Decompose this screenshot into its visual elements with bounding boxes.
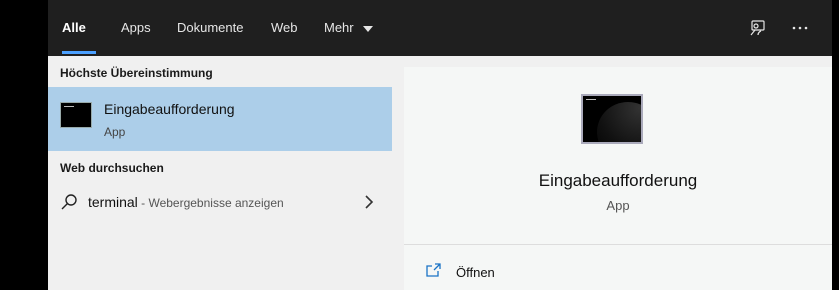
result-subtitle: App	[104, 125, 126, 139]
results-list: Höchste Übereinstimmung Eingabeaufforder…	[48, 56, 392, 290]
tab-label: Mehr	[324, 20, 354, 35]
tab-mehr[interactable]: Mehr	[324, 0, 374, 56]
web-query: terminal	[88, 194, 138, 210]
result-title: Eingabeaufforderung	[104, 101, 235, 117]
command-prompt-icon	[581, 94, 643, 144]
web-query-text: terminal - Webergebnisse anzeigen	[88, 194, 284, 210]
tab-web[interactable]: Web	[271, 0, 298, 56]
tab-alle[interactable]: Alle	[62, 0, 86, 56]
chevron-down-icon	[363, 25, 374, 32]
chevron-right-icon[interactable]	[364, 195, 374, 214]
tab-label: Alle	[62, 20, 86, 35]
best-match-result[interactable]: Eingabeaufforderung App	[48, 87, 392, 151]
more-options-icon[interactable]	[786, 14, 814, 42]
active-tab-indicator	[62, 51, 96, 54]
tab-dokumente[interactable]: Dokumente	[177, 0, 243, 56]
web-search-heading: Web durchsuchen	[60, 161, 164, 175]
open-label: Öffnen	[456, 265, 495, 280]
web-hint: - Webergebnisse anzeigen	[137, 196, 284, 210]
tab-label: Dokumente	[177, 20, 244, 35]
open-icon	[426, 263, 442, 282]
detail-subtitle: App	[606, 198, 630, 213]
search-icon	[60, 193, 78, 216]
best-match-heading: Höchste Übereinstimmung	[60, 66, 213, 80]
feedback-icon[interactable]	[744, 14, 772, 42]
detail-pane: Eingabeaufforderung App Öffnen	[404, 67, 832, 290]
command-prompt-icon	[60, 102, 92, 128]
tab-label: Web	[271, 20, 298, 35]
detail-title: Eingabeaufforderung	[538, 171, 698, 190]
web-search-result[interactable]: terminal - Webergebnisse anzeigen	[48, 186, 392, 218]
search-panel: Alle Apps Dokumente Web Mehr Höchste Übe…	[48, 0, 832, 290]
tab-apps[interactable]: Apps	[121, 0, 151, 56]
divider	[404, 244, 832, 245]
search-scope-bar: Alle Apps Dokumente Web Mehr	[48, 0, 832, 56]
tab-label: Apps	[121, 20, 151, 35]
